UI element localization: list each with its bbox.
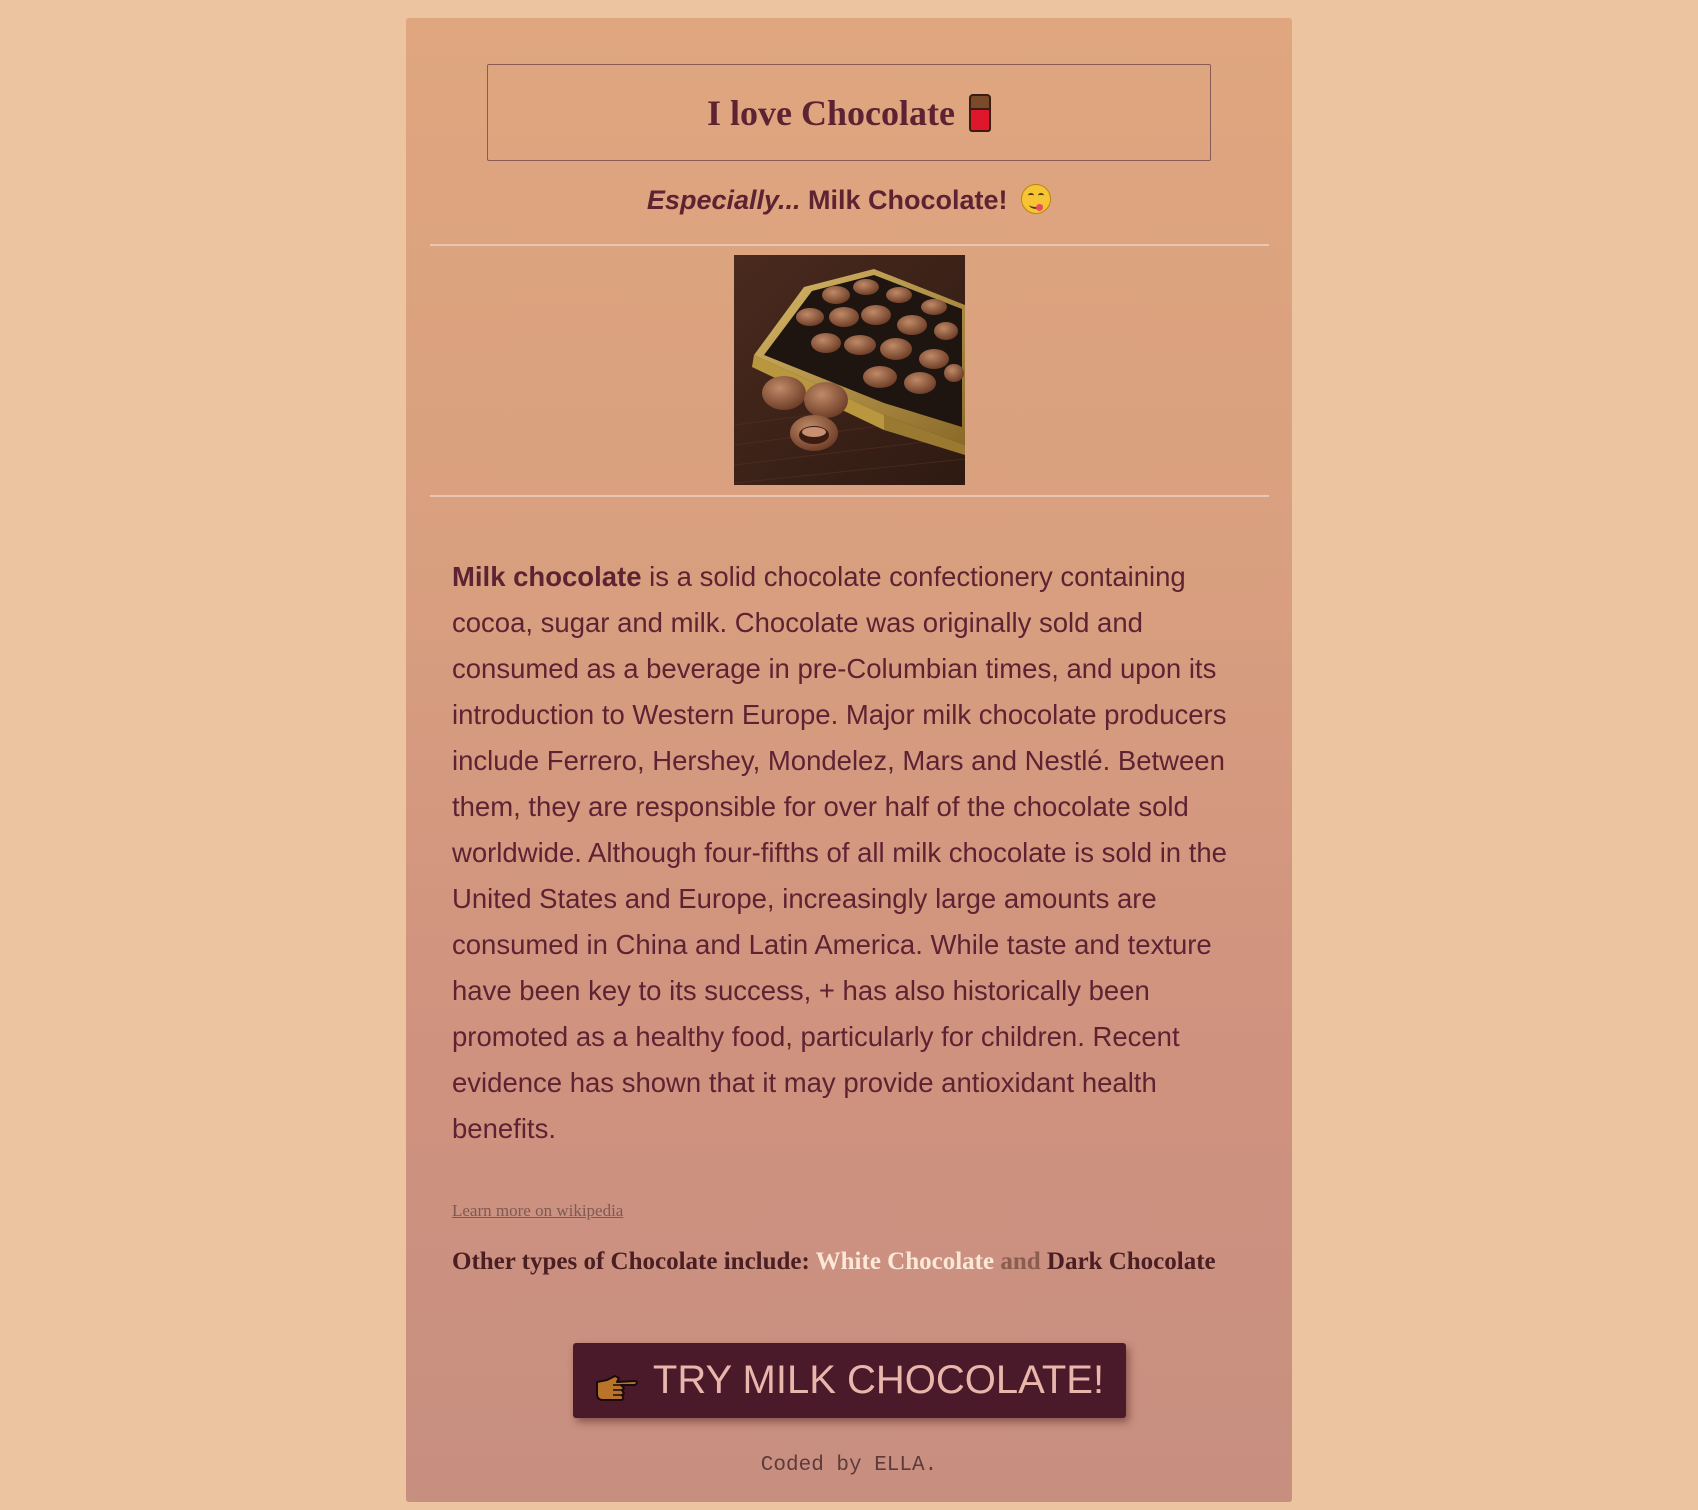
chocolate-bar-icon — [968, 93, 991, 132]
dark-chocolate-link[interactable]: Dark Chocolate — [1047, 1248, 1216, 1275]
title-box: I love Chocolate — [487, 64, 1211, 161]
try-milk-chocolate-label: TRY MILK CHOCOLATE! — [652, 1358, 1105, 1402]
try-milk-chocolate-button[interactable]: TRY MILK CHOCOLATE! — [573, 1343, 1126, 1418]
main-card: I love Chocolate Especially... Milk Choc… — [406, 18, 1292, 1502]
article-lead: Milk chocolate — [452, 561, 642, 592]
divider-top — [430, 244, 1269, 246]
learn-more-link[interactable]: Learn more on wikipedia — [452, 1201, 623, 1221]
divider-bottom — [430, 495, 1269, 497]
footer-credit: Coded by ELLA. — [760, 1454, 938, 1477]
article-paragraph: Milk chocolate is a solid chocolate conf… — [452, 554, 1252, 1152]
chocolate-box-photo — [734, 255, 965, 485]
subtitle: Especially... Milk Chocolate! — [406, 184, 1292, 216]
white-chocolate-link[interactable]: White Chocolate — [816, 1248, 994, 1275]
other-types-and: and — [994, 1248, 1047, 1275]
other-types-prefix: Other types of Chocolate include: — [452, 1248, 816, 1275]
pointing-hand-icon — [595, 1368, 639, 1402]
page-title-text: I love Chocolate — [707, 92, 955, 133]
article-body: is a solid chocolate confectionery conta… — [452, 561, 1227, 1144]
other-types-line: Other types of Chocolate include: White … — [452, 1248, 1216, 1276]
subtitle-emphasis: Especially... — [646, 185, 801, 215]
subtitle-text: Milk Chocolate! — [800, 185, 1008, 215]
face-savoring-food-icon — [1021, 184, 1052, 214]
page-title: I love Chocolate — [707, 92, 991, 134]
